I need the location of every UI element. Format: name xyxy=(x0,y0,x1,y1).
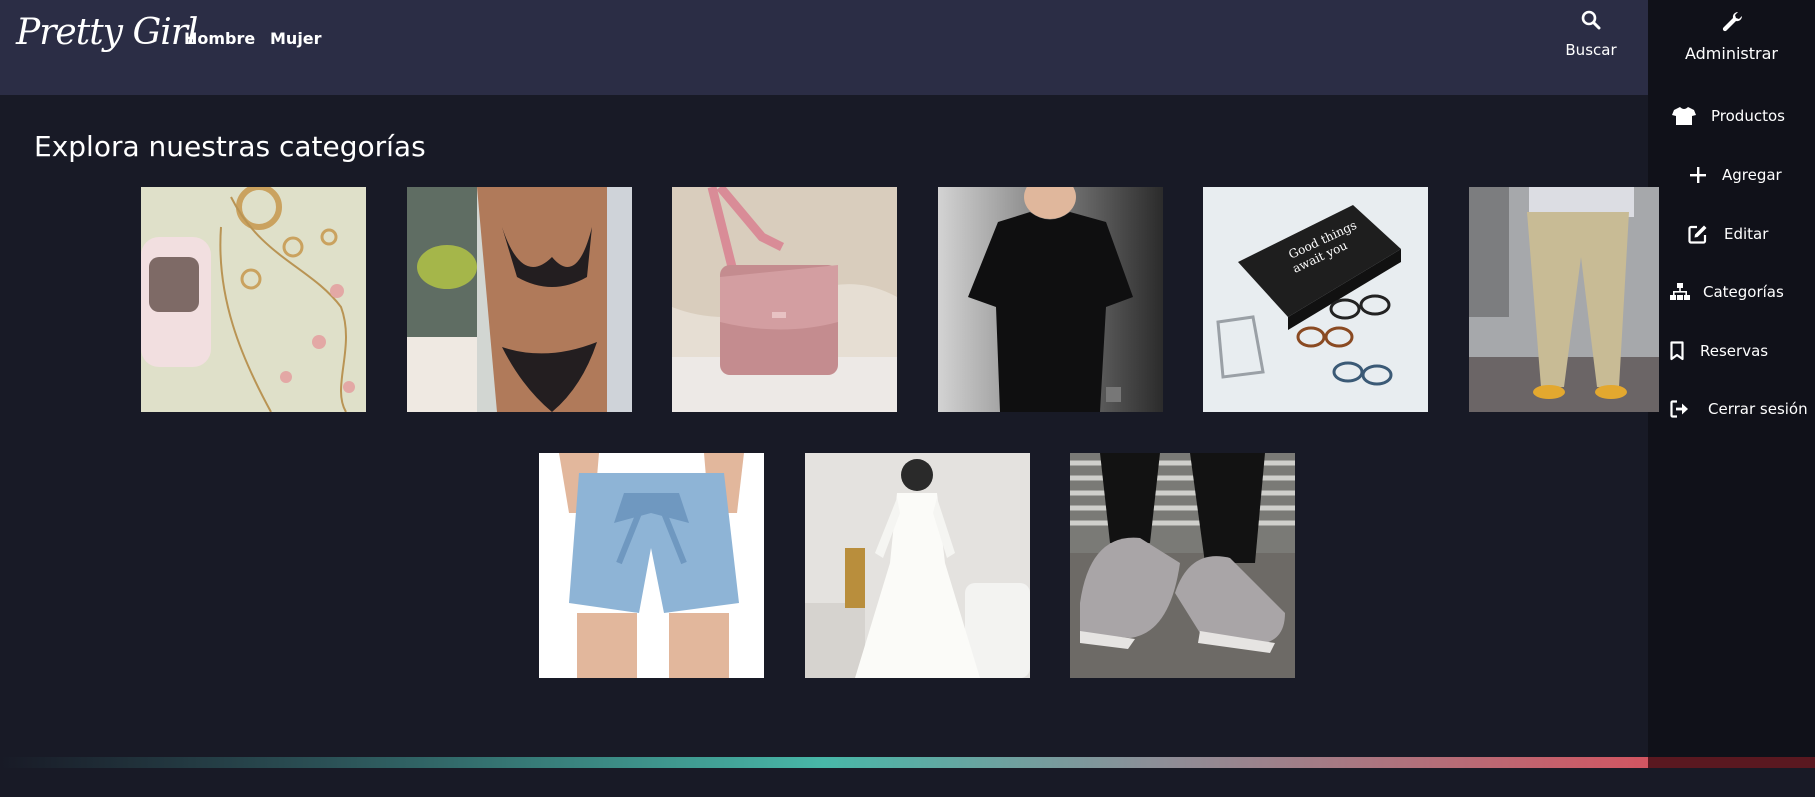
sidebar-item-label: Cerrar sesión xyxy=(1708,400,1808,418)
sidebar-item-label: Productos xyxy=(1711,107,1785,125)
brand-logo[interactable]: Pretty Girl xyxy=(16,12,198,53)
category-tile-camisetas[interactable] xyxy=(938,187,1163,412)
category-tile-gafas[interactable]: Good things await you xyxy=(1203,187,1428,412)
tshirt-photo xyxy=(938,187,1163,412)
category-tile-zapatos[interactable] xyxy=(1070,453,1295,678)
sidebar-item-cerrar-sesion[interactable]: Cerrar sesión xyxy=(1648,389,1815,429)
page-title: Explora nuestras categorías xyxy=(34,130,426,163)
sidebar-item-editar[interactable]: Editar xyxy=(1648,214,1815,254)
shorts-photo xyxy=(539,453,764,678)
sidebar-item-categorias[interactable]: Categorías xyxy=(1648,272,1815,312)
sidebar-footer-bar xyxy=(1648,757,1815,768)
category-tile-shorts[interactable] xyxy=(539,453,764,678)
eyeglasses-photo: Good things await you xyxy=(1203,187,1428,412)
sidebar-item-productos[interactable]: Productos xyxy=(1648,96,1815,136)
sidebar-item-label: Agregar xyxy=(1722,166,1782,184)
tshirt-icon xyxy=(1672,107,1696,125)
sidebar-item-agregar[interactable]: Agregar xyxy=(1648,155,1815,195)
nav-link-hombre[interactable]: Hombre xyxy=(184,29,255,48)
admin-label: Administrar xyxy=(1684,44,1778,63)
category-tile-pantalones[interactable] xyxy=(1469,187,1659,412)
search-label: Buscar xyxy=(1565,41,1617,59)
search-button[interactable]: Buscar xyxy=(1560,10,1622,59)
sidebar-item-label: Categorías xyxy=(1703,283,1784,301)
jewelry-photo xyxy=(141,187,366,412)
dress-photo xyxy=(805,453,1030,678)
footer-gradient-bar xyxy=(0,757,1648,768)
nav-link-mujer[interactable]: Mujer xyxy=(270,29,322,48)
plus-icon xyxy=(1690,167,1706,183)
bookmark-icon xyxy=(1670,341,1684,361)
category-tile-accesorios[interactable] xyxy=(141,187,366,412)
swimwear-photo xyxy=(407,187,632,412)
edit-icon xyxy=(1688,225,1707,244)
handbag-photo xyxy=(672,187,897,412)
trousers-photo xyxy=(1469,187,1659,412)
admin-sidebar: Administrar Productos Agregar Editar Cat… xyxy=(1648,0,1815,757)
admin-menu-toggle[interactable]: Administrar xyxy=(1648,10,1815,63)
wrench-icon xyxy=(1722,11,1742,32)
sidebar-item-label: Reservas xyxy=(1700,342,1769,360)
category-tile-trajes-de-bano[interactable] xyxy=(407,187,632,412)
category-tile-vestidos[interactable] xyxy=(805,453,1030,678)
sidebar-item-reservas[interactable]: Reservas xyxy=(1648,331,1815,371)
sitemap-icon xyxy=(1670,283,1690,300)
sign-out-icon xyxy=(1670,400,1688,418)
search-icon xyxy=(1581,10,1601,30)
category-tile-bolsos[interactable] xyxy=(672,187,897,412)
top-navbar: Pretty Girl Hombre Mujer Buscar xyxy=(0,0,1648,95)
sidebar-item-label: Editar xyxy=(1724,225,1769,243)
sneakers-photo xyxy=(1070,453,1295,678)
